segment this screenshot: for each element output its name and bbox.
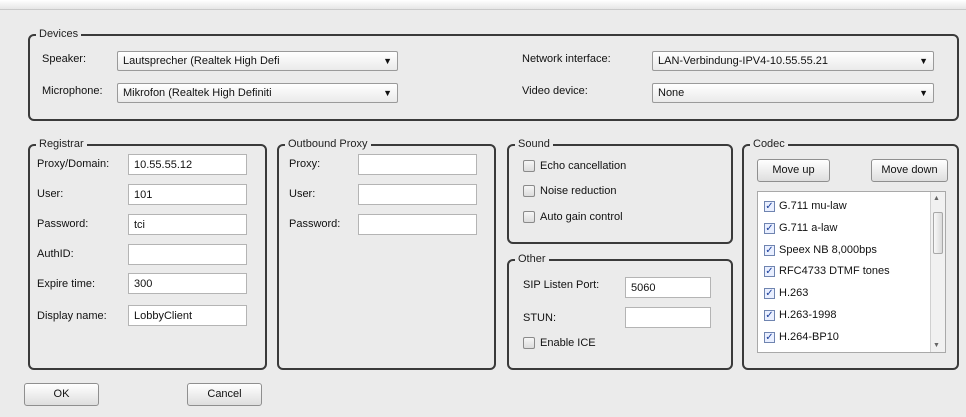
stun-label: STUN:	[523, 312, 556, 324]
codec-group-title: Codec	[750, 138, 788, 151]
codec-checkbox[interactable]: ✓	[764, 310, 775, 321]
expire-time-field[interactable]: 300	[128, 273, 247, 294]
password-label: Password:	[37, 218, 89, 230]
video-device-label: Video device:	[522, 85, 588, 97]
chevron-down-icon: ▼	[919, 88, 928, 98]
codec-list[interactable]: ✓ G.711 mu-law ✓ G.711 a-law ✓ Speex NB 8,000…	[757, 191, 946, 353]
auto-gain-control-checkbox[interactable]	[523, 211, 535, 223]
password-value: tci	[134, 219, 145, 231]
noise-reduction-checkbox[interactable]	[523, 185, 535, 197]
move-up-button[interactable]: Move up	[757, 159, 830, 182]
move-up-label: Move up	[772, 164, 815, 176]
auto-gain-control-label: Auto gain control	[540, 211, 623, 223]
authid-field[interactable]	[128, 244, 247, 265]
codec-label: H.263	[779, 287, 809, 300]
outbound-password-label: Password:	[289, 218, 341, 230]
user-field[interactable]: 101	[128, 184, 247, 205]
speaker-label: Speaker:	[42, 53, 87, 65]
authid-label: AuthID:	[37, 248, 74, 260]
codec-label: Speex NB 8,000bps	[779, 243, 877, 256]
microphone-label: Microphone:	[42, 85, 103, 97]
network-interface-select[interactable]: LAN-Verbindung-IPV4-10.55.55.21 ▼	[652, 51, 934, 71]
outbound-proxy-field[interactable]	[358, 154, 477, 175]
outbound-user-field[interactable]	[358, 184, 477, 205]
outbound-user-label: User:	[289, 188, 316, 200]
echo-cancellation-label: Echo cancellation	[540, 160, 627, 172]
password-field[interactable]: tci	[128, 214, 247, 235]
chevron-down-icon: ▼	[383, 88, 392, 98]
codec-checkbox[interactable]: ✓	[764, 244, 775, 256]
codec-list-scrollbar[interactable]: ▲ ▼	[930, 192, 945, 352]
codec-checkbox[interactable]: ✓	[764, 331, 775, 343]
sip-listen-port-label: SIP Listen Port:	[523, 279, 600, 291]
proxy-domain-value: 10.55.55.12	[134, 159, 193, 171]
scroll-down-arrow-icon[interactable]: ▼	[933, 342, 940, 349]
chevron-down-icon: ▼	[383, 56, 392, 66]
codec-label: H.263-1998	[779, 309, 837, 321]
outbound-password-field[interactable]	[358, 214, 477, 235]
noise-reduction-label: Noise reduction	[540, 185, 617, 197]
other-group-title: Other	[515, 253, 549, 266]
cancel-button-label: Cancel	[207, 388, 242, 400]
devices-group-title: Devices	[36, 28, 82, 41]
display-name-value: LobbyClient	[134, 310, 193, 322]
scroll-up-arrow-icon[interactable]: ▲	[933, 195, 940, 202]
microphone-select[interactable]: Mikrofon (Realtek High Definiti ▼	[117, 83, 398, 103]
sip-listen-port-field[interactable]: 5060	[625, 277, 711, 298]
cancel-button[interactable]: Cancel	[187, 383, 262, 406]
user-value: 101	[134, 189, 153, 201]
chevron-down-icon: ▼	[919, 56, 928, 66]
codec-label: G.711 mu-law	[779, 200, 847, 212]
video-device-select-value: None	[658, 87, 685, 99]
codec-label: RFC4733 DTMF tones	[779, 265, 890, 278]
network-interface-label: Network interface:	[522, 53, 611, 65]
enable-ice-checkbox[interactable]	[523, 337, 535, 349]
scrollbar-thumb[interactable]	[933, 212, 943, 254]
expire-time-value: 300	[134, 278, 153, 290]
codec-checkbox[interactable]: ✓	[764, 288, 775, 300]
expire-time-label: Expire time:	[37, 278, 96, 290]
ok-button-label: OK	[53, 388, 70, 400]
proxy-domain-field[interactable]: 10.55.55.12	[128, 154, 247, 175]
outbound-proxy-label: Proxy:	[289, 158, 321, 170]
speaker-select-value: Lautsprecher (Realtek High Defi	[123, 55, 280, 67]
stun-field[interactable]	[625, 307, 711, 328]
move-down-label: Move down	[881, 164, 938, 176]
codec-checkbox[interactable]: ✓	[764, 201, 775, 212]
enable-ice-label: Enable ICE	[540, 337, 596, 349]
echo-cancellation-checkbox[interactable]	[523, 160, 535, 172]
codec-checkbox[interactable]: ✓	[764, 266, 775, 278]
video-device-select[interactable]: None ▼	[652, 83, 934, 103]
codec-checkbox[interactable]: ✓	[764, 222, 775, 234]
registrar-group-title: Registrar	[36, 138, 87, 151]
speaker-select[interactable]: Lautsprecher (Realtek High Defi ▼	[117, 51, 398, 71]
outbound-proxy-group-title: Outbound Proxy	[285, 138, 371, 151]
codec-label: G.711 a-law	[779, 221, 838, 234]
ok-button[interactable]: OK	[24, 383, 99, 406]
sip-listen-port-value: 5060	[631, 282, 656, 294]
network-interface-select-value: LAN-Verbindung-IPV4-10.55.55.21	[658, 55, 829, 67]
display-name-field[interactable]: LobbyClient	[128, 305, 247, 326]
display-name-label: Display name:	[37, 310, 107, 322]
user-label: User:	[37, 188, 64, 200]
outbound-proxy-group: Outbound Proxy	[277, 138, 496, 370]
sound-group-title: Sound	[515, 138, 553, 151]
codec-label: H.264-BP10	[779, 330, 839, 343]
devices-group: Devices	[28, 28, 959, 121]
proxy-domain-label: Proxy/Domain:	[37, 158, 110, 170]
microphone-select-value: Mikrofon (Realtek High Definiti	[123, 87, 272, 99]
move-down-button[interactable]: Move down	[871, 159, 948, 182]
window-top-border	[0, 0, 966, 10]
